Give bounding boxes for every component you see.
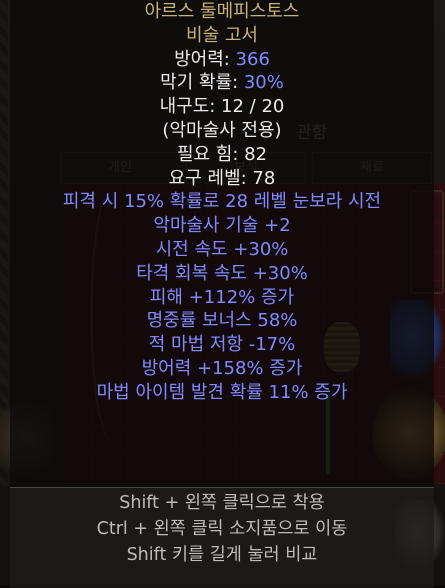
- block-value: 30%: [243, 72, 284, 94]
- item-name: 아르스 둘메피스토스: [144, 1, 300, 22]
- mod-line: 피격 시 15% 확률로 28 레벨 눈보라 시전: [62, 191, 382, 213]
- defense-stat: 방어력: 366: [10, 48, 434, 72]
- mod-line: 마법 아이템 발견 확률 11% 증가: [96, 381, 348, 403]
- item-tooltip: 아르스 둘메피스토스 비술 고서 방어력: 366 막기 확률: 30% 내구도…: [10, 0, 434, 487]
- equip-hint: Shift + 왼쪽 클릭으로 착용: [119, 493, 325, 513]
- tooltip-hints: Shift + 왼쪽 클릭으로 착용 Ctrl + 왼쪽 클릭 소지품으로 이동…: [10, 487, 434, 588]
- compare-hint: Shift 키를 길게 눌러 비교: [126, 545, 318, 565]
- defense-label: 방어력:: [174, 48, 236, 70]
- mod-line: 타격 회복 속도 +30%: [136, 262, 308, 284]
- durability-stat: 내구도: 12 / 20: [159, 96, 285, 118]
- strength-requirement: 필요 힘: 82: [176, 143, 268, 165]
- block-stat: 막기 확률: 30%: [10, 71, 434, 95]
- move-hint: Ctrl + 왼쪽 클릭 소지품으로 이동: [96, 519, 348, 539]
- item-base-type: 비술 고서: [186, 24, 258, 46]
- mod-line: 방어력 +158% 증가: [141, 357, 303, 379]
- level-requirement: 요구 레벨: 78: [168, 167, 276, 189]
- mod-line: 적 마법 저항 -17%: [148, 334, 296, 356]
- block-label: 막기 확률:: [160, 72, 244, 94]
- class-restriction: (악마술사 전용): [162, 119, 282, 141]
- mod-line: 시전 속도 +30%: [155, 238, 289, 260]
- mod-line: 악마술사 기술 +2: [153, 215, 291, 237]
- mod-line: 명중률 보너스 58%: [146, 310, 298, 332]
- mod-line: 피해 +112% 증가: [149, 286, 295, 308]
- defense-value: 366: [235, 48, 270, 70]
